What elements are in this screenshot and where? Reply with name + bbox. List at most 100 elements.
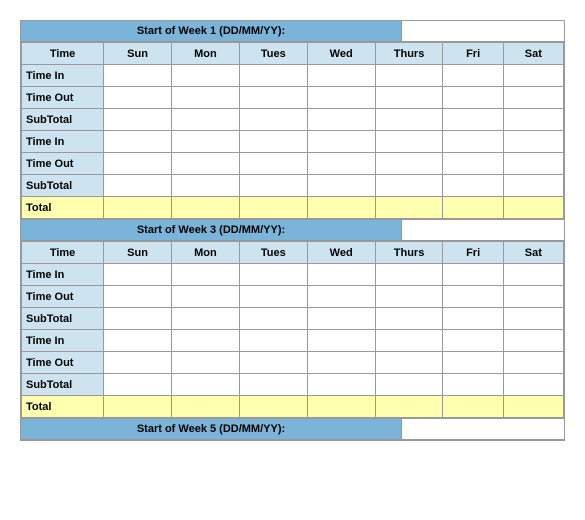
cell[interactable] (171, 352, 239, 374)
cell[interactable] (443, 153, 503, 175)
cell[interactable] (307, 109, 375, 131)
total-cell[interactable] (104, 396, 172, 418)
cell[interactable] (104, 131, 172, 153)
cell[interactable] (503, 374, 563, 396)
cell[interactable] (307, 65, 375, 87)
cell[interactable] (443, 330, 503, 352)
cell[interactable] (307, 131, 375, 153)
cell[interactable] (171, 87, 239, 109)
cell[interactable] (239, 374, 307, 396)
cell[interactable] (503, 153, 563, 175)
cell[interactable] (239, 286, 307, 308)
cell[interactable] (375, 153, 443, 175)
cell[interactable] (443, 264, 503, 286)
cell[interactable] (503, 330, 563, 352)
cell[interactable] (375, 264, 443, 286)
cell[interactable] (503, 175, 563, 197)
cell[interactable] (104, 65, 172, 87)
total-cell[interactable] (239, 396, 307, 418)
cell[interactable] (375, 286, 443, 308)
cell[interactable] (171, 175, 239, 197)
cell[interactable] (239, 330, 307, 352)
cell[interactable] (443, 374, 503, 396)
cell[interactable] (239, 131, 307, 153)
cell[interactable] (375, 308, 443, 330)
cell[interactable] (171, 109, 239, 131)
cell[interactable] (443, 131, 503, 153)
cell[interactable] (503, 109, 563, 131)
cell[interactable] (104, 330, 172, 352)
cell[interactable] (307, 87, 375, 109)
cell[interactable] (443, 352, 503, 374)
cell[interactable] (503, 286, 563, 308)
cell[interactable] (307, 352, 375, 374)
cell[interactable] (307, 175, 375, 197)
cell[interactable] (104, 264, 172, 286)
cell[interactable] (104, 109, 172, 131)
cell[interactable] (375, 109, 443, 131)
table-row: Time Out (22, 153, 564, 175)
cell[interactable] (239, 352, 307, 374)
cell[interactable] (171, 65, 239, 87)
cell[interactable] (104, 374, 172, 396)
cell[interactable] (503, 264, 563, 286)
cell[interactable] (375, 87, 443, 109)
cell[interactable] (375, 175, 443, 197)
cell[interactable] (171, 153, 239, 175)
total-cell[interactable] (443, 197, 503, 219)
total-cell[interactable] (503, 396, 563, 418)
cell[interactable] (443, 87, 503, 109)
cell[interactable] (104, 175, 172, 197)
total-cell[interactable] (171, 396, 239, 418)
total-cell[interactable] (307, 197, 375, 219)
cell[interactable] (171, 286, 239, 308)
cell[interactable] (239, 65, 307, 87)
cell[interactable] (503, 87, 563, 109)
cell[interactable] (443, 175, 503, 197)
cell[interactable] (104, 87, 172, 109)
cell[interactable] (503, 352, 563, 374)
cell[interactable] (443, 286, 503, 308)
cell[interactable] (307, 286, 375, 308)
cell[interactable] (503, 131, 563, 153)
cell[interactable] (104, 153, 172, 175)
cell[interactable] (375, 352, 443, 374)
cell[interactable] (375, 131, 443, 153)
cell[interactable] (171, 308, 239, 330)
cell[interactable] (104, 308, 172, 330)
cell[interactable] (239, 153, 307, 175)
total-cell[interactable] (307, 396, 375, 418)
cell[interactable] (239, 109, 307, 131)
cell[interactable] (307, 264, 375, 286)
total-cell[interactable] (171, 197, 239, 219)
total-cell[interactable] (375, 197, 443, 219)
col-sun: Sun (104, 43, 172, 65)
cell[interactable] (443, 308, 503, 330)
cell[interactable] (503, 65, 563, 87)
cell[interactable] (307, 308, 375, 330)
cell[interactable] (171, 264, 239, 286)
total-cell[interactable] (443, 396, 503, 418)
cell[interactable] (171, 131, 239, 153)
total-cell[interactable] (104, 197, 172, 219)
cell[interactable] (171, 374, 239, 396)
cell[interactable] (239, 264, 307, 286)
cell[interactable] (375, 374, 443, 396)
cell[interactable] (375, 330, 443, 352)
cell[interactable] (239, 87, 307, 109)
cell[interactable] (171, 330, 239, 352)
cell[interactable] (443, 65, 503, 87)
total-cell[interactable] (375, 396, 443, 418)
cell[interactable] (503, 308, 563, 330)
cell[interactable] (239, 308, 307, 330)
cell[interactable] (239, 175, 307, 197)
total-cell[interactable] (239, 197, 307, 219)
cell[interactable] (375, 65, 443, 87)
cell[interactable] (307, 153, 375, 175)
cell[interactable] (307, 330, 375, 352)
cell[interactable] (307, 374, 375, 396)
cell[interactable] (104, 286, 172, 308)
total-cell[interactable] (503, 197, 563, 219)
cell[interactable] (443, 109, 503, 131)
cell[interactable] (104, 352, 172, 374)
